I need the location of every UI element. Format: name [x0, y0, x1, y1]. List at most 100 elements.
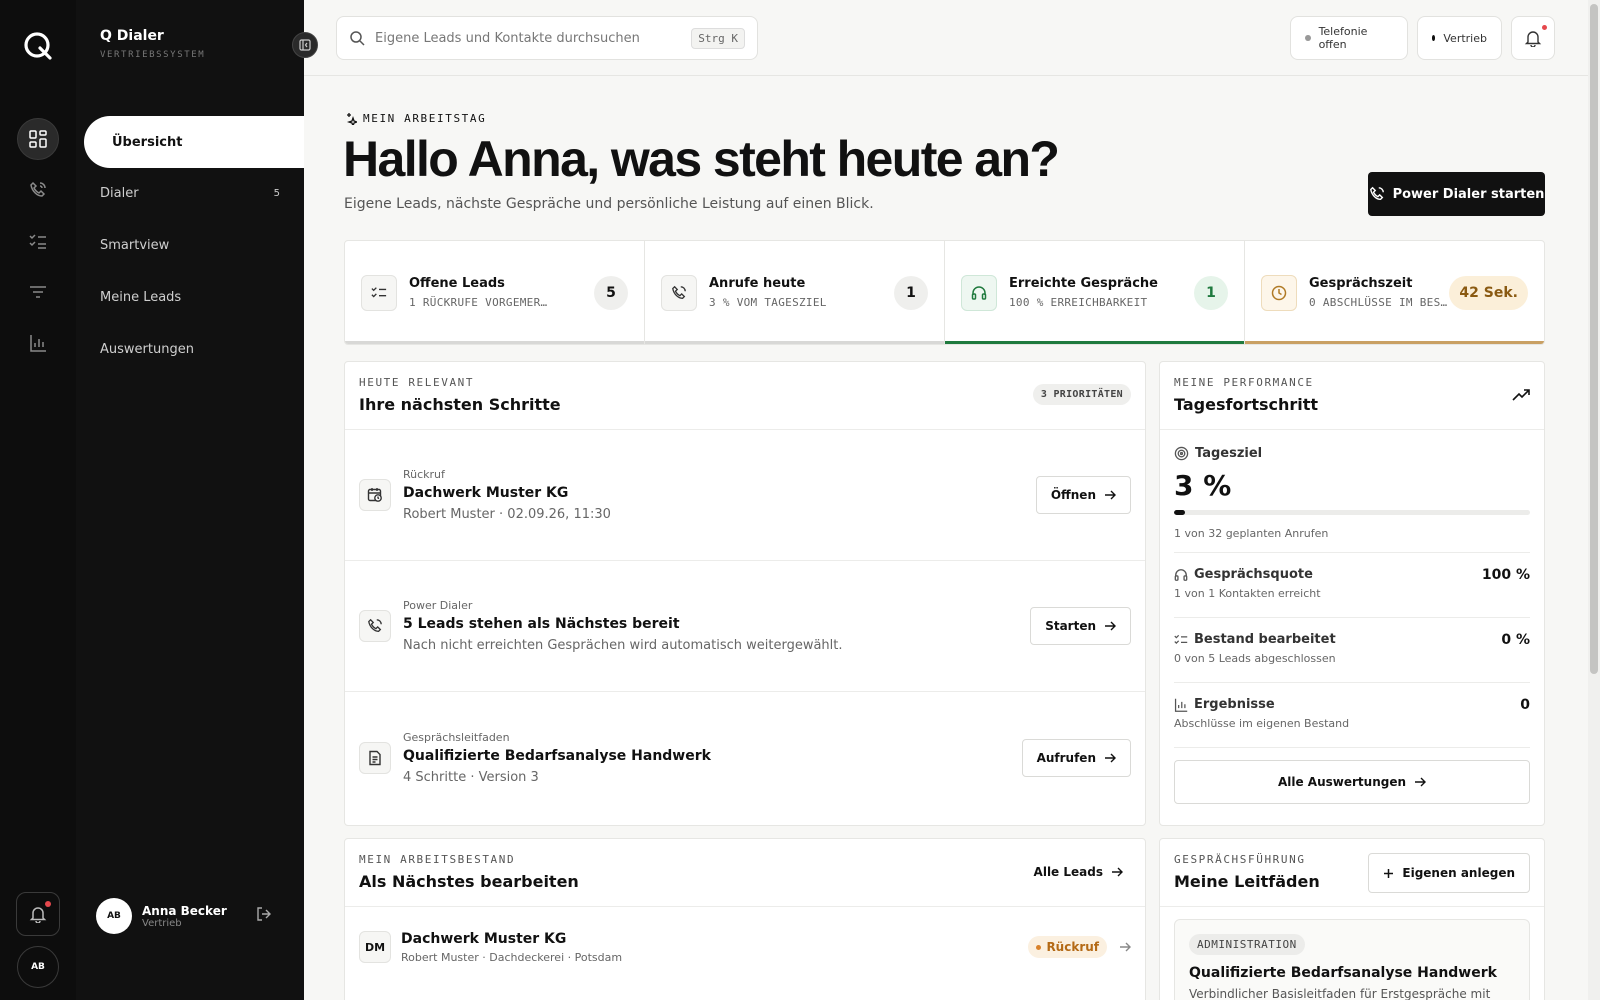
stat-label: Offene Leads [409, 276, 505, 291]
user-name: Anna Becker [142, 903, 227, 918]
task-item[interactable]: Power Dialer 5 Leads stehen als Nächstes… [345, 561, 1145, 692]
perf-value: 0 % [1501, 632, 1530, 648]
priority-count-badge: 3 PRIORITÄTEN [1032, 384, 1131, 405]
task-title: Qualifizierte Bedarfsanalyse Handwerk [403, 747, 711, 764]
all-reports-button[interactable]: Alle Auswertungen [1174, 760, 1530, 804]
perf-value: 0 [1520, 697, 1530, 713]
rail-avatar[interactable]: AB [17, 946, 59, 988]
headset-icon [1174, 568, 1188, 581]
rail-dialer-button[interactable] [17, 169, 59, 211]
sidebar-item-label: Dialer [100, 185, 139, 201]
stats-row: Offene Leads 1 RÜCKRUFE VORGEMERKT 5 Anru… [344, 240, 1545, 345]
telephony-status-label: Telefonie offen [1318, 25, 1368, 51]
perf-sub: 1 von 1 Kontakten erreicht [1174, 587, 1321, 600]
task-item[interactable]: Rückruf Dachwerk Muster KG Robert Muster… [345, 430, 1145, 561]
checklist-icon [361, 274, 397, 311]
stat-label: Anrufe heute [709, 276, 806, 291]
plus-icon [1384, 868, 1394, 878]
guide-item[interactable]: ADMINISTRATION Qualifizierte Bedarfsanal… [1174, 919, 1530, 1000]
stat-value: 1 [894, 275, 928, 310]
app-logo-icon [24, 32, 52, 60]
trending-up-icon [1512, 389, 1530, 401]
perf-label: Gesprächsquote [1194, 567, 1313, 582]
add-guide-button[interactable]: Eigenen anlegen [1368, 853, 1530, 893]
arrow-right-icon [1105, 490, 1116, 500]
list-item[interactable]: DM Dachwerk Muster KG Robert Muster · Da… [345, 907, 1145, 987]
phone-icon [1369, 186, 1384, 201]
stat-sub: 3 % VOM TAGESZIEL [709, 296, 827, 309]
logout-button[interactable] [256, 906, 272, 926]
stat-value: 5 [594, 275, 628, 310]
rail-filter-button[interactable] [17, 271, 59, 313]
page-title: Hallo Anna, was steht heute an? [343, 131, 1060, 187]
rail-reports-button[interactable] [17, 322, 59, 364]
stat-label: Erreichte Gespräche [1009, 276, 1158, 291]
performance-card: MEINE PERFORMANCE Tagesfortschritt Tages… [1159, 361, 1545, 826]
page-scrollbar[interactable] [1588, 0, 1600, 1000]
stat-gespraechszeit[interactable]: Gesprächszeit 0 ABSCHLÜSSE IM BESTAND 42 … [1245, 241, 1544, 344]
open-task-button[interactable]: Öffnen [1035, 476, 1131, 514]
button-label: Starten [1045, 619, 1096, 633]
app-subtitle: VERTRIEBSSYSTEM [100, 50, 206, 60]
stat-anrufe-heute[interactable]: Anrufe heute 3 % VOM TAGESZIEL 1 [645, 241, 945, 344]
task-meta: 4 Schritte · Version 3 [403, 769, 539, 785]
next-steps-card: HEUTE RELEVANT Ihre nächsten Schritte 3 … [344, 361, 1146, 826]
task-title: 5 Leads stehen als Nächstes bereit [403, 616, 680, 632]
icon-rail: AB [0, 0, 76, 1000]
stat-offene-leads[interactable]: Offene Leads 1 RÜCKRUFE VORGEMERKT 5 [345, 241, 645, 344]
guides-card: GESPRÄCHSFÜHRUNG Meine Leitfäden Eigenen… [1159, 838, 1545, 1000]
sidebar-item-smartview[interactable]: Smartview [100, 230, 280, 260]
checklist-icon [1174, 634, 1188, 644]
sidebar-item-uebersicht[interactable]: Übersicht [84, 116, 304, 168]
sidebar-collapse-icon [299, 39, 311, 51]
arrow-right-icon [1105, 621, 1116, 631]
rail-notifications-button[interactable] [16, 892, 60, 936]
sidebar-collapse-button[interactable] [292, 32, 318, 58]
sidebar-item-meine-leads[interactable]: Meine Leads [100, 282, 280, 312]
perf-row-bestand: Bestand bearbeitet 0 von 5 Leads abgesch… [1160, 618, 1544, 682]
hero-eyebrow: MEIN ARBEITSTAG [344, 112, 486, 125]
button-label: Alle Auswertungen [1277, 775, 1407, 789]
button-label: Eigenen anlegen [1402, 866, 1515, 880]
notifications-button[interactable] [1511, 16, 1555, 60]
stat-erreichte-gespraeche[interactable]: Erreichte Gespräche 100 % ERREICHBARKEIT … [945, 241, 1245, 344]
button-label: Aufrufen [1036, 750, 1096, 765]
team-status-label: Vertrieb [1443, 31, 1487, 45]
task-title: Dachwerk Muster KG [403, 485, 569, 501]
perf-sub: 0 von 5 Leads abgeschlossen [1174, 652, 1336, 665]
stat-sub: 1 RÜCKRUFE VORGEMERKT [409, 296, 549, 309]
side-nav: Q Dialer VERTRIEBSSYSTEM Übersicht Diale… [76, 0, 318, 1000]
goal-progress-fill [1174, 510, 1185, 515]
rail-dashboard-button[interactable] [17, 118, 59, 160]
perf-row-gespraechsquote: Gesprächsquote 1 von 1 Kontakten erreich… [1160, 553, 1544, 617]
card-header: MEINE PERFORMANCE Tagesfortschritt [1160, 362, 1544, 430]
rail-tasks-button[interactable] [17, 220, 59, 262]
sidebar-item-auswertungen[interactable]: Auswertungen [100, 334, 280, 364]
search-shortcut: Strg K [691, 27, 745, 49]
stat-value: 42 Sek. [1449, 275, 1528, 310]
headset-icon [961, 274, 997, 311]
sidebar-item-dialer[interactable]: Dialer 5 [100, 178, 280, 208]
start-power-dialer-button[interactable]: Power Dialer starten [1368, 172, 1545, 216]
task-item[interactable]: Gesprächsleitfaden Qualifizierte Bedarfs… [345, 692, 1145, 823]
arrow-right-icon [1112, 867, 1123, 877]
notification-dot [45, 901, 51, 907]
guide-tag: ADMINISTRATION [1189, 934, 1305, 955]
search-input[interactable]: Eigene Leads und Kontakte durchsuchen St… [336, 16, 758, 60]
start-task-button[interactable]: Starten [1030, 607, 1131, 645]
link-label: Alle Leads [1033, 865, 1103, 879]
status-badge: Rückruf [1028, 936, 1107, 958]
team-status[interactable]: Vertrieb [1417, 16, 1502, 60]
status-dot [1305, 35, 1311, 41]
task-meta: Nach nicht erreichten Gesprächen wird au… [403, 638, 843, 653]
open-guide-button[interactable]: Aufrufen [1021, 738, 1131, 777]
goal-label: Tagesziel [1174, 446, 1530, 461]
scrollbar-thumb[interactable] [1590, 4, 1598, 674]
all-leads-link[interactable]: Alle Leads [1034, 865, 1123, 879]
search-placeholder: Eigene Leads und Kontakte durchsuchen [375, 30, 640, 46]
telephony-status[interactable]: Telefonie offen [1290, 16, 1408, 60]
sidebar-item-label: Meine Leads [100, 289, 182, 305]
target-icon [1174, 446, 1189, 461]
notification-dot [1542, 25, 1547, 30]
sidebar-item-label: Übersicht [112, 134, 183, 150]
